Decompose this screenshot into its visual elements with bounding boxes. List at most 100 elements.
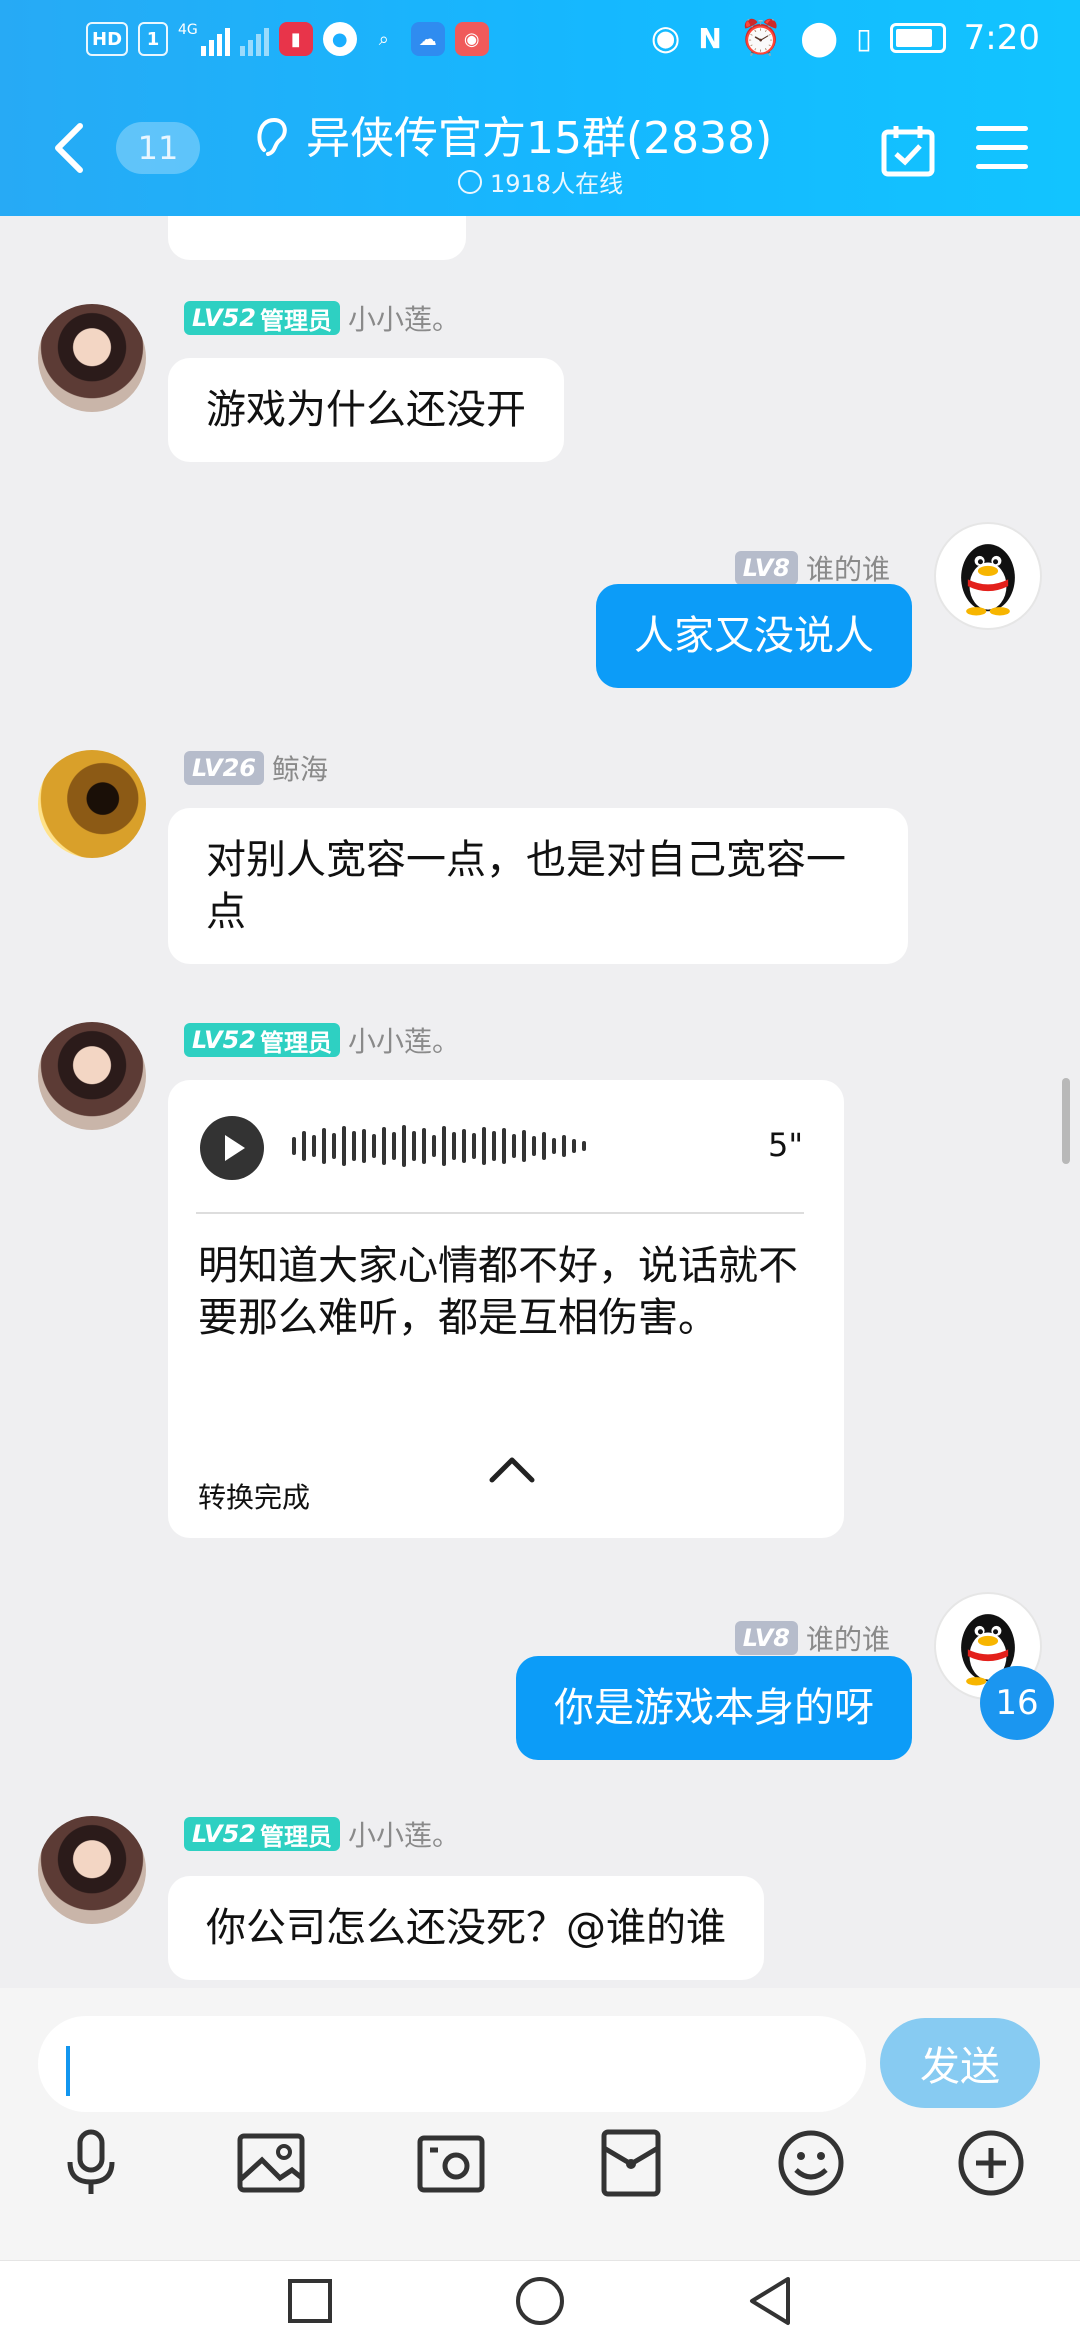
text-caret <box>66 2046 70 2096</box>
waveform-bar <box>522 1130 526 1162</box>
waveform-bar <box>562 1135 566 1157</box>
waveform-bar <box>472 1133 476 1159</box>
message-meta: LV52 管理员 小小莲。 <box>184 1814 460 1854</box>
message-bubble[interactable]: 游戏为什么还没开 <box>168 358 564 462</box>
online-count: 1918人在线 <box>490 170 624 198</box>
emoji-icon[interactable] <box>772 2124 850 2202</box>
message-bubble[interactable]: 你公司怎么还没死？@谁的谁 <box>168 1876 764 1980</box>
play-icon[interactable] <box>200 1116 264 1180</box>
scrollbar[interactable] <box>1062 1078 1070 1164</box>
waveform-bar <box>322 1128 326 1164</box>
waveform-bar <box>452 1132 456 1160</box>
my-message-bubble[interactable]: 你是游戏本身的呀 <box>516 1656 912 1760</box>
voice-transcript: 明知道大家心情都不好，说话就不要那么难听，都是互相伤害。 <box>198 1243 798 1341</box>
avatar[interactable] <box>38 304 146 412</box>
message-input-container[interactable] <box>38 2016 866 2112</box>
waveform-bar <box>302 1131 306 1161</box>
back-arrow-icon[interactable] <box>50 120 90 176</box>
waveform-bar <box>552 1138 556 1154</box>
clock: 7:20 <box>963 18 1040 58</box>
avatar[interactable] <box>38 1816 146 1924</box>
message-input[interactable] <box>78 2032 838 2096</box>
waveform-bar <box>312 1135 316 1157</box>
waveform-bar <box>492 1131 496 1161</box>
waveform-bar <box>402 1125 406 1167</box>
level-badge: LV26 <box>184 751 264 785</box>
menu-icon[interactable] <box>976 126 1028 170</box>
level-badge: LV52 管理员 <box>184 1023 340 1057</box>
voice-message-bubble[interactable]: 5" 明知道大家心情都不好，说话就不要那么难听，都是互相伤害。 转换完成 <box>168 1080 844 1538</box>
hd-indicator: HD <box>86 22 129 56</box>
level-badge: LV8 <box>734 1621 798 1655</box>
role-text: 管理员 <box>259 306 332 335</box>
weather-app-icon: ☁ <box>410 22 445 56</box>
transcript-status: 转换完成 <box>198 1481 311 1514</box>
microphone-icon[interactable] <box>52 2124 130 2202</box>
penguin-icon <box>961 544 1015 616</box>
input-bar: 发送 <box>0 1988 1080 2260</box>
level-badge: LV8 <box>734 551 798 585</box>
waveform-bar <box>382 1127 386 1165</box>
signal-2-icon <box>239 22 269 56</box>
waveform-bar <box>412 1131 416 1161</box>
waveform-bar <box>422 1128 426 1164</box>
send-button[interactable]: 发送 <box>880 2018 1040 2108</box>
message-bubble[interactable]: 对别人宽容一点，也是对自己宽容一点 <box>168 808 908 964</box>
avatar[interactable] <box>38 750 146 858</box>
waveform-bar <box>462 1129 466 1163</box>
waveform-bar <box>442 1126 446 1166</box>
system-navigation-bar <box>0 2260 1080 2340</box>
plus-icon[interactable] <box>952 2124 1030 2202</box>
waveform-bar <box>502 1128 506 1164</box>
role-text: 管理员 <box>259 1822 332 1851</box>
sender-name[interactable]: 谁的谁 <box>806 548 890 588</box>
chat-area[interactable]: LV52 管理员 小小莲。 游戏为什么还没开 LV8 谁的谁 人家又没说人 LV… <box>0 216 1080 1988</box>
home-icon[interactable] <box>512 2273 568 2329</box>
avatar[interactable] <box>934 522 1042 630</box>
alarm-icon: ⏰ <box>739 18 783 58</box>
message-app-icon: ● <box>322 22 357 56</box>
message-meta: LV52 管理员 小小莲。 <box>184 1020 460 1060</box>
calendar-check-icon[interactable] <box>880 122 936 178</box>
recent-apps-icon[interactable] <box>282 2273 338 2329</box>
my-message-bubble[interactable]: 人家又没说人 <box>596 584 912 688</box>
level-badge: LV52 管理员 <box>184 1817 340 1851</box>
red-packet-icon[interactable] <box>592 2124 670 2202</box>
back-icon[interactable] <box>742 2273 798 2329</box>
avatar[interactable] <box>38 1022 146 1130</box>
sender-name[interactable]: 小小莲。 <box>348 1814 460 1854</box>
top-bar: HD 1 4G ▮ ● ⌕ ☁ ◉ ◉ N ⏰ ⬤ ▯ 7:20 11 异侠传官… <box>0 0 1080 216</box>
waveform-bar <box>372 1134 376 1158</box>
role-text: 管理员 <box>259 1028 332 1057</box>
waveform-bar <box>512 1134 516 1158</box>
search-app-icon: ⌕ <box>378 28 389 50</box>
camera-icon[interactable] <box>412 2124 490 2202</box>
message-meta: LV52 管理员 小小莲。 <box>184 298 460 338</box>
sender-name[interactable]: 鲸海 <box>272 748 328 788</box>
waveform-bar <box>482 1127 486 1165</box>
vibrate-icon: ▯ <box>856 21 872 55</box>
waveform-bar <box>392 1132 396 1160</box>
divider <box>196 1212 804 1214</box>
battery-icon <box>889 23 946 53</box>
level-badge: LV52 管理员 <box>184 301 340 335</box>
waveform-bar <box>292 1137 296 1155</box>
sender-name[interactable]: 谁的谁 <box>806 1618 890 1658</box>
level-text: LV52 <box>192 304 256 332</box>
message-meta: LV26 鲸海 <box>184 748 328 788</box>
sim-indicator: 1 <box>138 22 169 56</box>
waveform-bar <box>432 1135 436 1157</box>
ear-icon <box>257 117 287 156</box>
message-meta: LV8 谁的谁 <box>734 1618 890 1658</box>
message-meta: LV8 谁的谁 <box>734 548 890 588</box>
new-messages-badge[interactable]: 16 <box>980 1666 1054 1740</box>
online-status: 1918人在线 <box>458 164 623 199</box>
sender-name[interactable]: 小小莲。 <box>348 298 460 338</box>
nfc-icon: N <box>698 21 722 55</box>
unread-count-badge[interactable]: 11 <box>116 122 200 174</box>
image-icon[interactable] <box>232 2124 310 2202</box>
sender-name[interactable]: 小小莲。 <box>348 1020 460 1060</box>
camera-app-icon: ◉ <box>454 22 489 56</box>
chevron-up-icon[interactable] <box>488 1450 536 1490</box>
waveform-bar <box>332 1133 336 1159</box>
